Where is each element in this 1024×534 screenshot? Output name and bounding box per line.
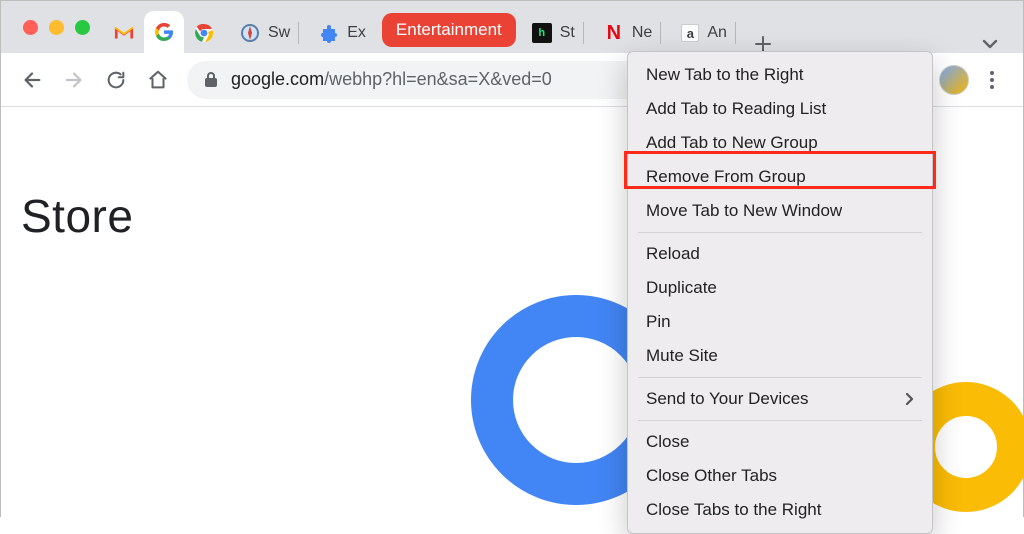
tab-label: An xyxy=(707,24,727,42)
menu-separator xyxy=(638,377,922,378)
menu-separator xyxy=(638,420,922,421)
tab-extensions[interactable]: Ex xyxy=(309,13,376,53)
more-vertical-icon xyxy=(990,71,994,89)
tab-label: Sw xyxy=(268,24,290,42)
forward-button[interactable] xyxy=(55,61,93,99)
profile-avatar-button[interactable] xyxy=(939,65,969,95)
menu-send-devices[interactable]: Send to Your Devices xyxy=(628,382,932,416)
menu-reload[interactable]: Reload xyxy=(628,237,932,271)
tab-group-label[interactable]: Entertainment xyxy=(382,13,516,47)
minimize-window-button[interactable] xyxy=(49,20,64,35)
tab-google-active[interactable] xyxy=(144,11,184,53)
hulu-icon: h xyxy=(532,23,552,43)
close-window-button[interactable] xyxy=(23,20,38,35)
tab-label: Ex xyxy=(347,24,366,42)
chevron-right-icon xyxy=(905,392,914,406)
menu-close-right[interactable]: Close Tabs to the Right xyxy=(628,493,932,527)
menu-move-new-window[interactable]: Move Tab to New Window xyxy=(628,194,932,228)
menu-duplicate[interactable]: Duplicate xyxy=(628,271,932,305)
menu-add-new-group[interactable]: Add Tab to New Group xyxy=(628,126,932,160)
menu-close-other[interactable]: Close Other Tabs xyxy=(628,459,932,493)
tab-chrome[interactable] xyxy=(184,13,230,53)
menu-mute-site[interactable]: Mute Site xyxy=(628,339,932,373)
netflix-icon: N xyxy=(604,23,624,43)
gmail-icon xyxy=(114,23,134,43)
browser-menu-button[interactable] xyxy=(973,61,1011,99)
menu-new-tab-right[interactable]: New Tab to the Right xyxy=(628,58,932,92)
tab-label: Ne xyxy=(632,24,652,42)
menu-pin[interactable]: Pin xyxy=(628,305,932,339)
tab-gmail[interactable] xyxy=(104,13,144,53)
home-button[interactable] xyxy=(139,61,177,99)
url-text: google.com/webhp?hl=en&sa=X&ved=0 xyxy=(231,69,552,90)
zoom-window-button[interactable] xyxy=(75,20,90,35)
tabs-dropdown-button[interactable] xyxy=(981,35,999,53)
lock-icon xyxy=(203,71,219,89)
menu-remove-from-group[interactable]: Remove From Group xyxy=(628,160,932,194)
globe-icon xyxy=(240,23,260,43)
window-controls xyxy=(7,1,104,53)
puzzle-icon xyxy=(319,23,339,43)
amazon-icon: a xyxy=(681,24,699,42)
menu-separator xyxy=(638,232,922,233)
reload-button[interactable] xyxy=(97,61,135,99)
back-button[interactable] xyxy=(13,61,51,99)
tab-netflix[interactable]: N Ne xyxy=(594,13,671,53)
tab-amazon[interactable]: a An xyxy=(671,13,746,53)
url-host: google.com xyxy=(231,69,324,89)
tab-strip: Sw Ex Entertainment h St N Ne a An xyxy=(1,1,1023,53)
tab-group-text: Entertainment xyxy=(396,20,502,40)
url-path: /webhp?hl=en&sa=X&ved=0 xyxy=(324,69,552,89)
menu-close[interactable]: Close xyxy=(628,425,932,459)
tab-hulu[interactable]: h St xyxy=(522,13,594,53)
tab-label: St xyxy=(560,24,575,42)
tab-context-menu: New Tab to the Right Add Tab to Reading … xyxy=(627,51,933,534)
chrome-icon xyxy=(194,23,214,43)
tab-safari[interactable]: Sw xyxy=(230,13,309,53)
google-g-icon xyxy=(154,22,174,42)
menu-add-reading-list[interactable]: Add Tab to Reading List xyxy=(628,92,932,126)
page-heading: Store xyxy=(21,189,133,243)
